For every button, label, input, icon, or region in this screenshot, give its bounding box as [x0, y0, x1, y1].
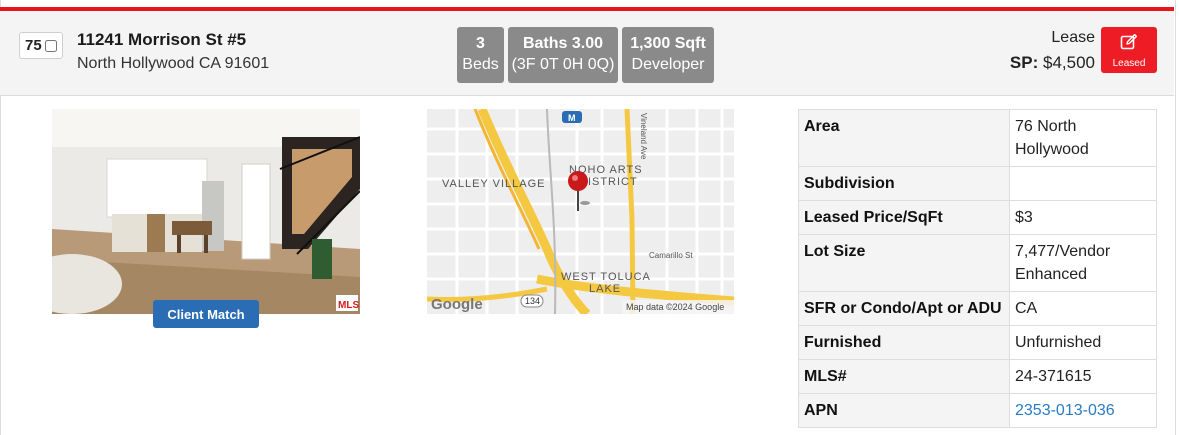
details-row-area: Area 76 North Hollywood	[798, 109, 1157, 167]
leased-status-button[interactable]: Leased	[1101, 27, 1157, 73]
metro-label: M	[568, 113, 576, 123]
map-label-camarillo: Camarillo St	[649, 251, 693, 260]
map-label-west-toluca-1: WEST TOLUCA	[561, 271, 651, 283]
route-shield-label: 134	[525, 296, 540, 306]
map-label-valley-village: VALLEY VILLAGE	[442, 178, 545, 190]
details-value: 24-371615	[1009, 359, 1157, 394]
beds-value: 3	[476, 35, 485, 52]
details-value: Unfurnished	[1009, 325, 1157, 360]
apn-link[interactable]: 2353-013-036	[1009, 393, 1157, 428]
sqft-source: Developer	[631, 56, 705, 73]
details-row-apn: APN 2353-013-036	[798, 393, 1157, 428]
google-logo: Google	[431, 296, 483, 313]
baths-detail: (3F 0T 0H 0Q)	[511, 56, 615, 73]
baths-badge: Baths 3.00 (3F 0T 0H 0Q)	[508, 27, 618, 83]
beds-label: Beds	[462, 56, 499, 73]
listing-select[interactable]: 75	[19, 32, 63, 59]
sp-label: SP:	[1009, 53, 1039, 72]
details-key: Lot Size	[798, 234, 1010, 292]
leased-label: Leased	[1112, 58, 1146, 69]
details-key: APN	[798, 393, 1010, 428]
sold-price: SP: $4,500	[1010, 53, 1095, 73]
details-row-subdivision: Subdivision	[798, 166, 1157, 201]
client-match-button[interactable]: Client Match	[153, 300, 259, 328]
beds-badge: 3 Beds	[457, 27, 504, 83]
details-value: $3	[1009, 200, 1157, 235]
sqft-badge: 1,300 Sqft Developer	[622, 27, 714, 83]
details-row-property-type: SFR or Condo/Apt or ADU CA	[798, 291, 1157, 326]
details-key: Leased Price/SqFt	[798, 200, 1010, 235]
listing-checkbox[interactable]	[44, 39, 57, 52]
details-key: Furnished	[798, 325, 1010, 360]
details-value: 76 North Hollywood	[1009, 109, 1157, 167]
map-label-vineland: Vineland Ave	[639, 113, 648, 160]
details-row-price-sqft: Leased Price/SqFt $3	[798, 200, 1157, 235]
map-attribution: Map data ©2024 Google	[626, 302, 724, 312]
edit-icon	[1120, 33, 1138, 50]
baths-value: Baths 3.00	[522, 35, 604, 52]
details-row-lot-size: Lot Size 7,477/Vendor Enhanced	[798, 234, 1157, 292]
details-key: Area	[798, 109, 1010, 167]
sqft-value: 1,300 Sqft	[630, 35, 706, 52]
sp-value: $4,500	[1043, 53, 1095, 72]
details-value: CA	[1009, 291, 1157, 326]
details-value	[1009, 166, 1157, 201]
lease-type: Lease	[1051, 29, 1095, 46]
listing-index: 75	[25, 37, 42, 54]
location-map[interactable]: 134 M VALLEY VILLAGE NOHO ARTS DISTRICT …	[427, 109, 734, 314]
address-line-2: North Hollywood CA 91601	[77, 55, 270, 72]
details-key: MLS#	[798, 359, 1010, 394]
details-key: SFR or Condo/Apt or ADU	[798, 291, 1010, 326]
details-value: 7,477/Vendor Enhanced	[1009, 234, 1157, 292]
details-row-furnished: Furnished Unfurnished	[798, 325, 1157, 360]
map-label-west-toluca-2: LAKE	[589, 283, 621, 295]
mls-logo: MLS	[338, 300, 359, 311]
details-table: Area 76 North Hollywood Subdivision Leas…	[798, 109, 1157, 428]
address-line-1[interactable]: 11241 Morrison St #5	[77, 30, 246, 50]
details-row-mls: MLS# 24-371615	[798, 359, 1157, 394]
details-key: Subdivision	[798, 166, 1010, 201]
property-photo[interactable]: MLS	[52, 109, 360, 314]
